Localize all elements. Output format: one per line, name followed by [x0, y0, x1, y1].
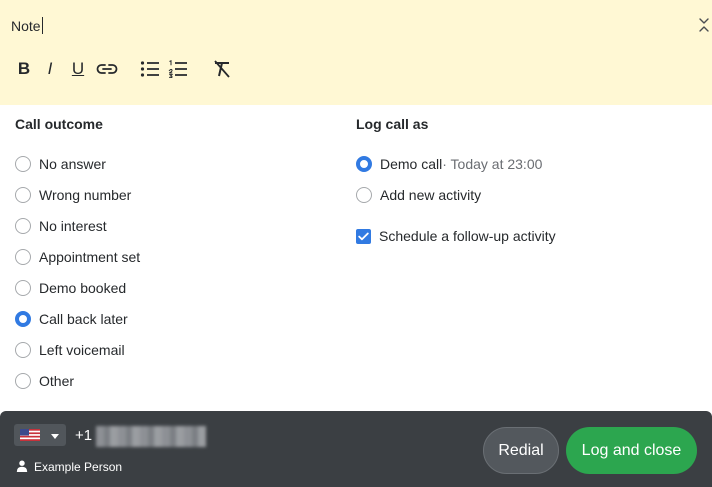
country-selector[interactable]	[14, 424, 66, 446]
chevron-down-icon	[51, 434, 59, 439]
option-label: Appointment set	[39, 249, 141, 265]
numbered-list-icon	[168, 60, 187, 78]
log-option-add-new-activity[interactable]: Add new activity	[356, 184, 481, 206]
outcome-option-demo-booked[interactable]: Demo booked	[15, 277, 126, 299]
radio-button[interactable]	[15, 373, 31, 389]
option-label: No answer	[39, 156, 106, 172]
option-label: Demo booked	[39, 280, 127, 296]
radio-button[interactable]	[15, 280, 31, 296]
dial-code: +1	[75, 427, 93, 444]
outcome-option-no-answer[interactable]: No answer	[15, 153, 106, 175]
note-input[interactable]: Note	[11, 17, 43, 34]
link-icon	[96, 64, 118, 74]
numbered-list-button[interactable]	[167, 58, 189, 80]
person-icon	[16, 460, 28, 472]
clear-format-button[interactable]	[211, 58, 233, 80]
radio-button[interactable]	[15, 249, 31, 265]
option-label: No interest	[39, 218, 107, 234]
checkmark-icon	[358, 232, 369, 240]
follow-up-checkbox-row[interactable]: Schedule a follow-up activity	[356, 225, 556, 247]
option-label: Demo call	[380, 156, 443, 172]
option-label: Wrong number	[39, 187, 132, 203]
bullet-list-button[interactable]	[139, 58, 161, 80]
option-label: Call back later	[39, 311, 128, 327]
outcome-option-call-back-later[interactable]: Call back later	[15, 308, 128, 330]
radio-button[interactable]	[15, 156, 31, 172]
option-label: Left voicemail	[39, 342, 125, 358]
outcome-option-appointment-set[interactable]: Appointment set	[15, 246, 140, 268]
outcome-option-wrong-number[interactable]: Wrong number	[15, 184, 131, 206]
radio-button-selected[interactable]	[356, 156, 372, 172]
radio-button[interactable]	[15, 218, 31, 234]
radio-button[interactable]	[15, 342, 31, 358]
link-button[interactable]	[94, 58, 120, 80]
log-call-as-title: Log call as	[356, 116, 429, 132]
us-flag-icon	[20, 429, 40, 441]
redial-button[interactable]: Redial	[483, 427, 559, 474]
radio-button[interactable]	[356, 187, 372, 203]
log-option-demo-call[interactable]: Demo call · Today at 23:00	[356, 153, 542, 175]
bold-button[interactable]: B	[13, 58, 35, 80]
text-cursor	[41, 17, 43, 34]
underline-button[interactable]: U	[67, 58, 89, 80]
outcome-option-left-voicemail[interactable]: Left voicemail	[15, 339, 125, 361]
follow-up-label: Schedule a follow-up activity	[379, 228, 556, 244]
radio-button[interactable]	[15, 187, 31, 203]
note-text[interactable]: Note	[11, 18, 41, 34]
radio-button-selected[interactable]	[15, 311, 31, 327]
follow-up-checkbox[interactable]	[356, 228, 371, 244]
log-and-close-button[interactable]: Log and close	[566, 427, 697, 474]
outcome-option-other[interactable]: Other	[15, 370, 74, 392]
collapse-icon[interactable]	[697, 17, 711, 33]
option-sublabel: · Today at 23:00	[442, 156, 543, 172]
call-outcome-title: Call outcome	[15, 116, 103, 132]
clear-format-icon	[214, 60, 230, 78]
outcome-option-no-interest[interactable]: No interest	[15, 215, 107, 237]
phone-number-redacted	[96, 426, 206, 447]
italic-button[interactable]: I	[39, 58, 61, 80]
note-editor[interactable]: Note B I U	[0, 0, 712, 105]
contact-name[interactable]: Example Person	[34, 460, 122, 474]
bullet-list-icon	[140, 61, 159, 77]
option-label: Other	[39, 373, 75, 389]
option-label: Add new activity	[380, 187, 482, 203]
